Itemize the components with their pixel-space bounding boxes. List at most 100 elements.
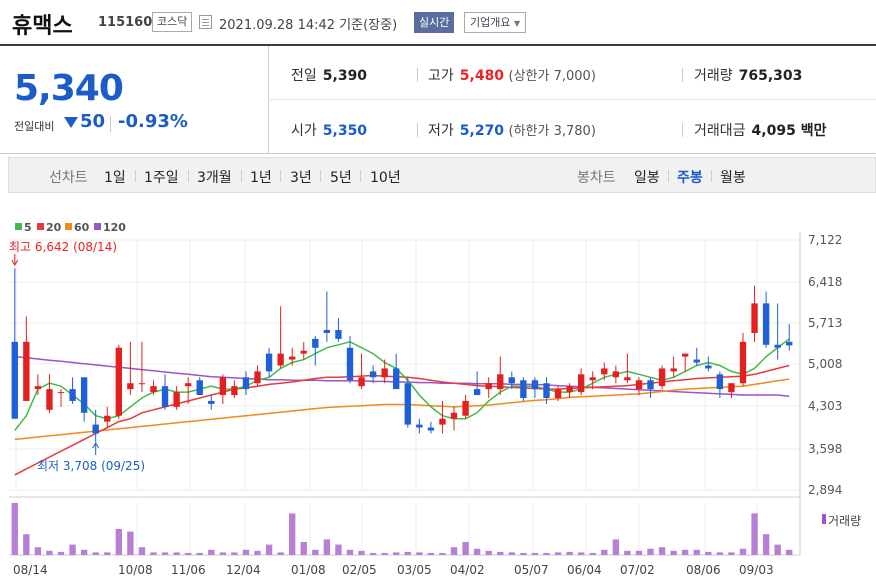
- y-tick-label: 7,122: [808, 233, 843, 247]
- volume-bar: [346, 549, 354, 555]
- candle-body: [115, 347, 122, 416]
- x-tick-label: 06/04: [567, 563, 602, 577]
- candle-body: [693, 359, 700, 363]
- volume-bar: [69, 544, 76, 555]
- candle-body: [554, 389, 562, 398]
- volume-bar: [335, 544, 342, 555]
- volume-bar: [393, 552, 400, 555]
- volume-bar: [416, 552, 423, 555]
- candle-body: [11, 341, 18, 419]
- x-tick-label: 01/08: [291, 563, 326, 577]
- candle-body: [289, 356, 296, 360]
- candle-body: [393, 368, 400, 390]
- volume-bar: [601, 549, 608, 555]
- volume-bar: [554, 552, 562, 555]
- candle-body: [254, 371, 261, 384]
- candle-body: [57, 392, 65, 394]
- volume-bar: [231, 552, 238, 555]
- volume-bar: [92, 552, 99, 555]
- candle-body: [92, 424, 99, 434]
- volume-bar: [716, 552, 724, 555]
- volume-bar: [34, 547, 42, 555]
- y-tick-label: 5,008: [808, 357, 843, 371]
- volume-bar: [658, 547, 666, 555]
- volume-bar: [196, 552, 203, 555]
- volume-bar: [289, 513, 296, 555]
- candle-body: [184, 383, 192, 387]
- volume-bar: [80, 549, 88, 555]
- candle-body: [265, 353, 273, 372]
- volume-bar: [138, 547, 146, 555]
- volume-bar: [462, 542, 469, 555]
- candle-body: [450, 412, 458, 419]
- candle-body: [346, 347, 354, 381]
- candle-body: [624, 377, 631, 381]
- volume-bar: [682, 549, 689, 555]
- volume-bar: [312, 549, 319, 555]
- volume-bar: [57, 551, 65, 555]
- volume-bar: [184, 552, 192, 555]
- volume-bar: [323, 539, 331, 555]
- candle-body: [416, 424, 423, 428]
- candle-body: [543, 383, 550, 398]
- price-chart: [9, 232, 801, 556]
- volume-bar: [265, 544, 273, 555]
- x-tick-label: 05/07: [514, 563, 549, 577]
- volume-bar: [427, 552, 435, 555]
- volume-bar: [104, 552, 111, 555]
- y-tick-label: 5,713: [808, 316, 843, 330]
- volume-bar: [127, 531, 134, 555]
- volume-bar: [508, 552, 515, 555]
- candle-body: [508, 377, 515, 384]
- candle-body: [601, 368, 608, 375]
- candle-body: [208, 400, 215, 404]
- volume-bar: [254, 550, 261, 555]
- candle-body: [531, 380, 539, 390]
- volume-bar: [242, 549, 250, 555]
- volume-bar: [577, 552, 585, 555]
- x-tick-label: 10/08: [118, 563, 153, 577]
- candle-body: [762, 303, 770, 345]
- x-tick-label: 02/05: [342, 563, 377, 577]
- volume-legend: 거래량: [822, 512, 861, 529]
- volume-bar: [23, 534, 30, 555]
- volume-bar: [612, 539, 620, 555]
- candle-body: [427, 427, 435, 431]
- volume-bar: [173, 552, 180, 555]
- candle-body: [173, 392, 180, 407]
- volume-bar: [624, 550, 631, 555]
- candle-body: [658, 368, 666, 387]
- candle-body: [300, 350, 307, 354]
- volume-bar: [774, 544, 781, 555]
- volume-bar: [439, 552, 446, 555]
- candle-body: [312, 338, 319, 348]
- volume-bar: [11, 503, 18, 555]
- volume-bar: [739, 548, 747, 555]
- candle-body: [728, 383, 735, 393]
- x-tick-label: 08/14: [13, 563, 48, 577]
- volume-bar: [543, 552, 550, 555]
- candle-body: [705, 365, 712, 369]
- volume-bar: [208, 549, 215, 555]
- candle-body: [473, 389, 481, 396]
- candle-body: [369, 371, 377, 378]
- candle-body: [751, 303, 758, 333]
- candle-body: [682, 353, 689, 357]
- candle-body: [219, 377, 227, 396]
- y-tick-label: 2,894: [808, 483, 843, 497]
- volume-bar: [161, 552, 169, 555]
- volume-bar: [786, 549, 793, 555]
- volume-bar: [693, 549, 700, 555]
- candle-body: [161, 386, 169, 407]
- candle-body: [196, 380, 203, 396]
- candle-body: [647, 380, 654, 390]
- volume-bar: [728, 552, 735, 555]
- volume-bar: [751, 513, 758, 555]
- candle-body: [138, 383, 146, 385]
- candle-body: [150, 386, 157, 393]
- volume-bar: [46, 550, 53, 555]
- x-tick-label: 09/03: [739, 563, 774, 577]
- candle-body: [716, 374, 724, 390]
- candle-body: [404, 383, 411, 425]
- candle-body: [612, 371, 620, 378]
